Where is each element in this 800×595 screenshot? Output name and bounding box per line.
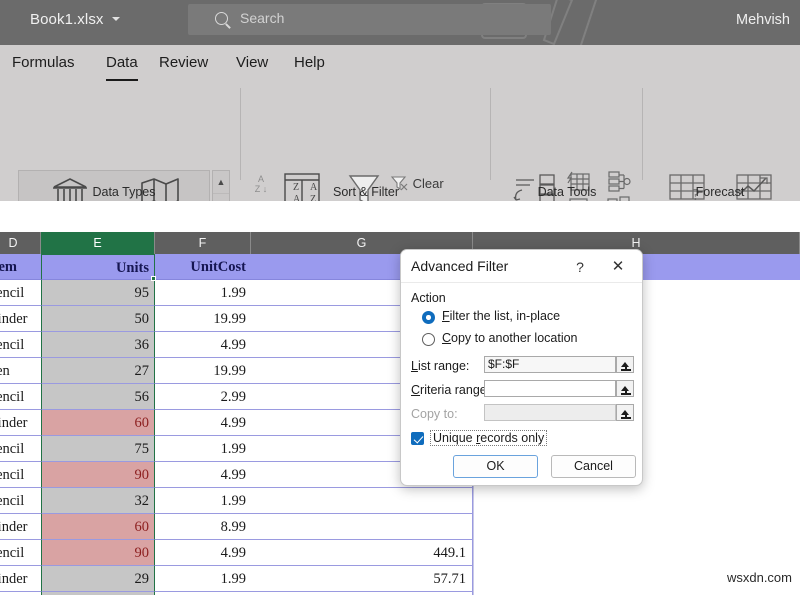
user-account-name[interactable]: Mehvish [736,12,790,28]
advanced-filter-dialog[interactable]: Advanced Filter ? ✕ Action Filter the li… [400,249,643,486]
search-icon [215,12,228,25]
cell-units-5[interactable]: 60 [41,410,155,436]
cell-units-3[interactable]: 27 [41,358,155,384]
cell-units-4[interactable]: 56 [41,384,155,410]
dialog-title: Advanced Filter [411,258,508,274]
cell-units-7[interactable]: 90 [41,462,155,488]
tab-view[interactable]: View [232,52,272,73]
tab-formulas[interactable]: Formulas [8,52,79,73]
group-label-forecast: Forecast [650,185,790,199]
unique-records-checkbox[interactable] [411,432,424,445]
group-label-data-tools: Data Tools [492,185,642,199]
list-range-input[interactable]: $F:$F [484,356,616,373]
list-range-label: List range: [411,359,469,373]
cell-unitcost-2[interactable]: 4.99 [155,332,251,358]
table-row: Binder608.99 [0,514,800,540]
cell-units-1[interactable]: 50 [41,306,155,332]
action-group-label: Action [411,291,446,305]
cell-units-9[interactable]: 60 [41,514,155,540]
cell-total-9[interactable] [251,514,473,540]
dialog-title-bar: Advanced Filter ? ✕ [401,250,643,283]
cell-units-2[interactable]: 36 [41,332,155,358]
collapse-range-icon[interactable] [616,356,634,373]
cell-unitcost-8[interactable]: 1.99 [155,488,251,514]
unique-records-label: Unique records only [430,430,547,446]
radio-copy-to-another-location-label: Copy to another location [442,331,578,345]
cell-units-0[interactable]: 95 [41,280,155,306]
column-header-row: D E F G H [0,232,800,254]
column-header-f[interactable]: F [155,232,251,254]
tab-review[interactable]: Review [155,52,212,73]
cancel-button[interactable]: Cancel [551,455,636,478]
cell-header-unitcost[interactable]: UnitCost [155,254,251,280]
ok-button[interactable]: OK [453,455,538,478]
table-row: Pencil904.99449.1 [0,540,800,566]
group-label-sort-filter: Sort & Filter [250,185,482,199]
tab-data[interactable]: Data [102,52,142,73]
search-placeholder: Search [240,10,284,26]
table-row: Binder291.9957.71 [0,566,800,592]
cell-unitcost-10[interactable]: 4.99 [155,540,251,566]
radio-copy-to-another-location[interactable] [422,333,435,346]
collapse-range-icon[interactable] [616,380,634,397]
cell-unitcost-1[interactable]: 19.99 [155,306,251,332]
radio-filter-in-place-label: Filter the list, in-place [442,309,560,323]
cell-units-8[interactable]: 32 [41,488,155,514]
cell-unitcost-0[interactable]: 1.99 [155,280,251,306]
cell-unitcost-5[interactable]: 4.99 [155,410,251,436]
cell-units-11[interactable]: 29 [41,566,155,592]
cell-units-10[interactable]: 90 [41,540,155,566]
cell-units-6[interactable]: 75 [41,436,155,462]
cell-unitcost-11[interactable]: 1.99 [155,566,251,592]
cell-unitcost-3[interactable]: 19.99 [155,358,251,384]
search-input[interactable]: Search [188,4,551,35]
question-mark-icon[interactable]: ? [567,256,593,278]
group-label-data-types: Data Types [18,185,230,199]
ribbon: Stocks Geography ▲ ▼ ▾ Data Types AZ ↓ Z… [0,82,800,201]
tab-help[interactable]: Help [290,52,329,73]
radio-filter-in-place[interactable] [422,311,435,324]
workbook-filename[interactable]: Book1.xlsx [30,11,104,28]
cell-header-units[interactable]: Units [41,254,155,280]
cell-total-11[interactable]: 57.71 [251,566,473,592]
criteria-range-input[interactable] [484,380,616,397]
selection-fill-handle[interactable] [151,276,156,281]
chevron-down-icon[interactable] [112,17,120,21]
cell-unitcost-6[interactable]: 1.99 [155,436,251,462]
column-header-d[interactable]: D [0,232,41,254]
column-header-e[interactable]: E [41,232,155,254]
cell-total-10[interactable]: 449.1 [251,540,473,566]
cell-unitcost-7[interactable]: 4.99 [155,462,251,488]
copy-to-input [484,404,616,421]
close-icon[interactable]: ✕ [603,256,633,278]
cell-total-8[interactable] [251,488,473,514]
cell-unitcost-4[interactable]: 2.99 [155,384,251,410]
window-title-bar: Book1.xlsx Search Mehvish [0,0,800,45]
ribbon-tab-strip: Formulas Data Review View Help [0,45,800,82]
collapse-range-icon[interactable] [616,404,634,421]
watermark: wsxdn.com [727,570,792,585]
criteria-range-label: Criteria range: [411,383,490,397]
cell-unitcost-9[interactable]: 8.99 [155,514,251,540]
table-row: Pencil321.99 [0,488,800,514]
copy-to-label: Copy to: [411,407,458,421]
